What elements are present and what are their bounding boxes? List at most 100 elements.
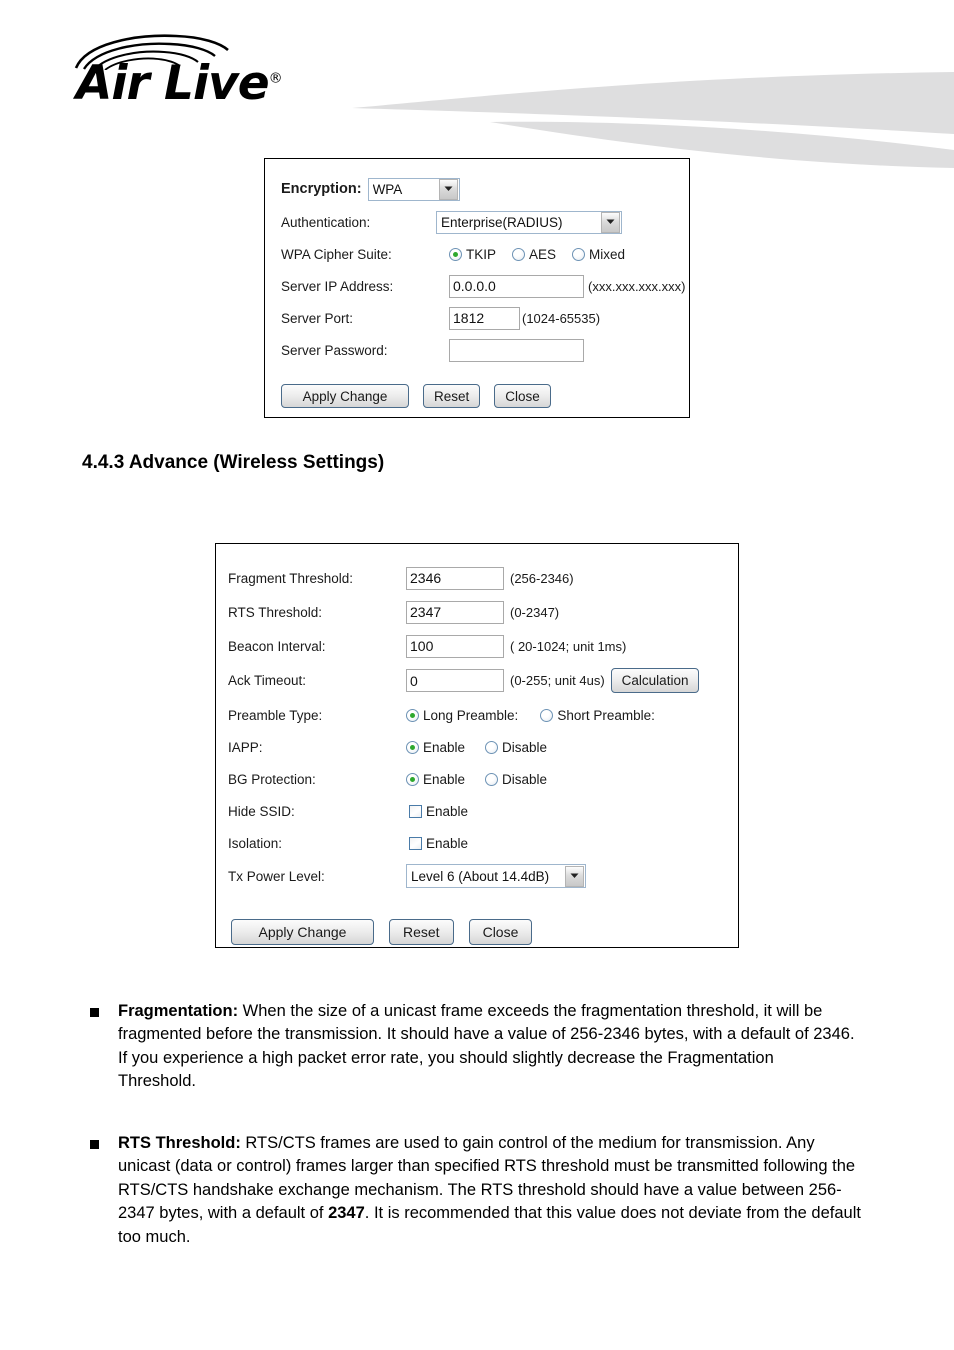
ack-timeout-hint: (0-255; unit 4us) bbox=[510, 673, 605, 688]
chevron-down-icon bbox=[438, 178, 458, 200]
iapp-label: IAPP: bbox=[228, 739, 263, 755]
bg-protection-option-enable[interactable]: Enable bbox=[406, 772, 465, 787]
radio-icon-iapp-enable bbox=[406, 740, 419, 754]
preamble-option-short[interactable]: Short Preamble: bbox=[540, 708, 655, 723]
bullet-item-fragmentation: Fragmentation: When the size of a unicas… bbox=[90, 1000, 856, 1094]
isolation-label: Isolation: bbox=[228, 835, 283, 851]
row-wpa-cipher-suite: WPA Cipher Suite: TKIP AES Mixed bbox=[281, 242, 673, 266]
calculation-button[interactable]: Calculation bbox=[610, 668, 700, 693]
fragment-threshold-hint: (256-2346) bbox=[510, 570, 574, 586]
row-rts-threshold: RTS Threshold: (0-2347) bbox=[228, 600, 722, 624]
radio-icon-aes bbox=[512, 247, 526, 261]
radio-icon-long-preamble bbox=[406, 708, 419, 722]
rts-threshold-input[interactable] bbox=[406, 600, 504, 624]
preamble-type-radio-group: Long Preamble: Short Preamble: bbox=[406, 708, 671, 723]
iapp-option-enable[interactable]: Enable bbox=[406, 740, 465, 755]
apply-change-button[interactable]: Apply Change bbox=[281, 384, 409, 408]
bullet-fragmentation-text: Fragmentation: When the size of a unicas… bbox=[118, 1000, 856, 1094]
ack-timeout-input[interactable] bbox=[406, 669, 504, 692]
tx-power-level-select-value: Level 6 (About 14.4dB) bbox=[411, 868, 550, 884]
preamble-type-label: Preamble Type: bbox=[228, 707, 323, 723]
row-ack-timeout: Ack Timeout: (0-255; unit 4us) Calculati… bbox=[228, 668, 722, 693]
row-tx-power-level: Tx Power Level: Level 6 (About 14.4dB) bbox=[228, 864, 722, 888]
page-header: Air Live® bbox=[0, 0, 954, 168]
authentication-select-value: Enterprise(RADIUS) bbox=[441, 214, 563, 230]
ack-timeout-label: Ack Timeout: bbox=[228, 673, 307, 688]
row-bg-protection: BG Protection: Enable Disable bbox=[228, 767, 722, 791]
rts-threshold-hint: (0-2347) bbox=[510, 604, 560, 620]
iapp-radio-group: Enable Disable bbox=[406, 740, 563, 755]
registered-mark: ® bbox=[268, 70, 283, 87]
authentication-select[interactable]: Enterprise(RADIUS) bbox=[436, 210, 622, 234]
cipher-option-aes[interactable]: AES bbox=[512, 247, 556, 262]
cipher-option-tkip[interactable]: TKIP bbox=[449, 247, 496, 262]
reset-button[interactable]: Reset bbox=[423, 384, 481, 408]
checkbox-icon-hide-ssid bbox=[409, 804, 422, 818]
advance-wireless-settings-dialog: Fragment Threshold: (256-2346) RTS Thres… bbox=[215, 543, 739, 948]
server-port-input[interactable] bbox=[449, 306, 520, 330]
encryption-label: Encryption: bbox=[281, 181, 362, 197]
cipher-option-mixed[interactable]: Mixed bbox=[572, 247, 625, 262]
preamble-option-short-label: Short Preamble: bbox=[557, 707, 655, 723]
hide-ssid-checkbox[interactable]: Enable bbox=[409, 804, 468, 819]
radio-icon-iapp-disable bbox=[485, 740, 499, 754]
row-authentication: Authentication: Enterprise(RADIUS) bbox=[281, 210, 673, 234]
bg-protection-option-enable-label: Enable bbox=[423, 771, 466, 787]
bg-protection-option-disable[interactable]: Disable bbox=[485, 772, 547, 787]
bullet-rts-threshold-text: RTS Threshold: RTS/CTS frames are used t… bbox=[118, 1132, 870, 1249]
close-button[interactable]: Close bbox=[494, 384, 551, 408]
radio-icon-mixed bbox=[572, 247, 586, 261]
row-isolation: Isolation: Enable bbox=[228, 831, 722, 855]
row-encryption: Encryption: WPA bbox=[281, 177, 673, 201]
apply-change-button[interactable]: Apply Change bbox=[231, 919, 374, 945]
tx-power-level-select[interactable]: Level 6 (About 14.4dB) bbox=[406, 864, 586, 888]
fragment-threshold-label: Fragment Threshold: bbox=[228, 570, 354, 586]
bg-protection-label: BG Protection: bbox=[228, 771, 316, 787]
hide-ssid-checkbox-label: Enable bbox=[426, 803, 469, 819]
row-server-ip: Server IP Address: (xxx.xxx.xxx.xxx) bbox=[281, 274, 686, 298]
beacon-interval-label: Beacon Interval: bbox=[228, 638, 326, 654]
chevron-down-icon bbox=[601, 211, 620, 233]
row-beacon-interval: Beacon Interval: ( 20-1024; unit 1ms) bbox=[228, 634, 722, 658]
row-server-port: Server Port: (1024-65535) bbox=[281, 306, 673, 330]
isolation-checkbox[interactable]: Enable bbox=[409, 836, 468, 851]
close-button[interactable]: Close bbox=[468, 919, 533, 945]
server-password-input[interactable] bbox=[449, 338, 584, 362]
bg-protection-option-disable-label: Disable bbox=[502, 771, 548, 787]
cipher-option-mixed-label: Mixed bbox=[589, 246, 626, 262]
encryption-select[interactable]: WPA bbox=[367, 177, 460, 201]
logo-text-label: Air Live bbox=[76, 56, 270, 111]
authentication-label: Authentication: bbox=[281, 214, 371, 230]
row-fragment-threshold: Fragment Threshold: (256-2346) bbox=[228, 566, 722, 590]
advance-dialog-button-row: Apply Change Reset Close bbox=[228, 919, 722, 945]
preamble-option-long-label: Long Preamble: bbox=[423, 707, 519, 723]
bg-protection-radio-group: Enable Disable bbox=[406, 772, 563, 787]
preamble-option-long[interactable]: Long Preamble: bbox=[406, 708, 518, 723]
fragment-threshold-input[interactable] bbox=[406, 566, 504, 590]
section-heading: 4.4.3 Advance (Wireless Settings) bbox=[82, 452, 385, 473]
radio-icon-bg-enable bbox=[406, 772, 419, 786]
radio-icon-tkip bbox=[449, 247, 462, 261]
iapp-option-disable[interactable]: Disable bbox=[485, 740, 547, 755]
cipher-option-tkip-label: TKIP bbox=[466, 246, 497, 262]
beacon-interval-input[interactable] bbox=[406, 634, 504, 658]
tx-power-level-label: Tx Power Level: bbox=[228, 868, 325, 884]
isolation-checkbox-label: Enable bbox=[426, 835, 469, 851]
server-port-hint: (1024-65535) bbox=[522, 310, 601, 326]
checkbox-icon-isolation bbox=[409, 836, 422, 850]
encryption-settings-dialog: Encryption: WPA Authentication: Enterpri… bbox=[264, 158, 690, 418]
bullet-item-rts-threshold: RTS Threshold: RTS/CTS frames are used t… bbox=[90, 1132, 870, 1249]
decorative-swoosh-graphic bbox=[352, 72, 954, 168]
reset-button[interactable]: Reset bbox=[389, 919, 454, 945]
encryption-dialog-button-row: Apply Change Reset Close bbox=[281, 384, 673, 408]
wpa-cipher-suite-label: WPA Cipher Suite: bbox=[281, 246, 392, 262]
row-preamble-type: Preamble Type: Long Preamble: Short Prea… bbox=[228, 703, 722, 727]
cipher-option-aes-label: AES bbox=[529, 246, 557, 262]
hide-ssid-label: Hide SSID: bbox=[228, 803, 295, 819]
server-port-label: Server Port: bbox=[281, 310, 354, 326]
server-ip-input[interactable] bbox=[449, 274, 584, 298]
chevron-down-icon bbox=[565, 865, 584, 887]
row-iapp: IAPP: Enable Disable bbox=[228, 735, 722, 759]
airlive-logo: Air Live® bbox=[72, 34, 302, 107]
server-ip-hint: (xxx.xxx.xxx.xxx) bbox=[588, 278, 686, 294]
